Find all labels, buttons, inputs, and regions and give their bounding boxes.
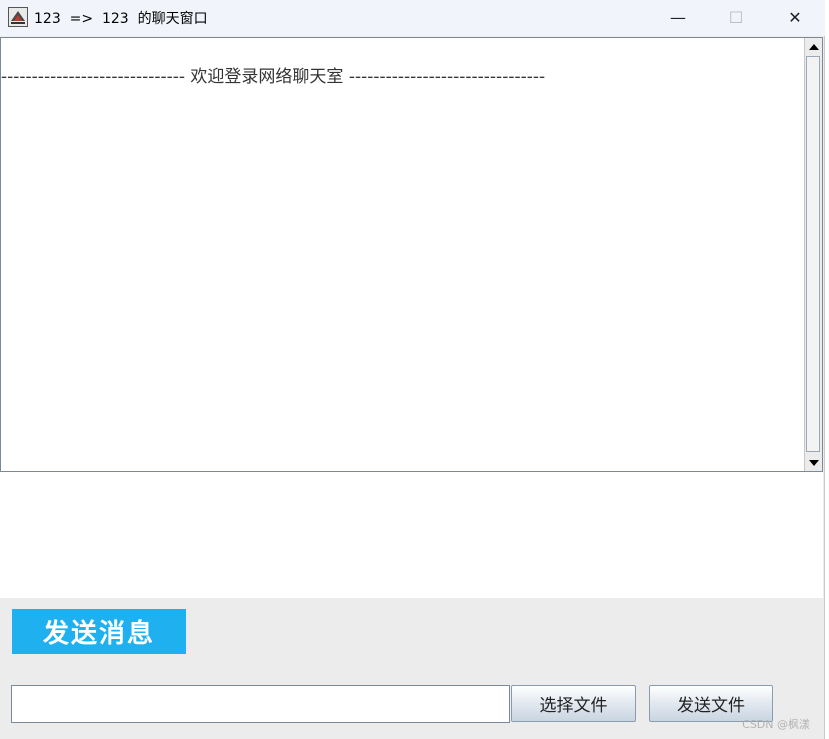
chat-window: 123 => 123 的聊天窗口 — ☐ ✕ -----------------…: [0, 0, 825, 739]
send-message-button[interactable]: 发送消息: [12, 609, 186, 654]
file-path-input[interactable]: [11, 685, 510, 723]
watermark: CSDN @枫漾: [742, 718, 810, 731]
close-button[interactable]: ✕: [766, 0, 824, 34]
message-input-area[interactable]: [0, 472, 823, 598]
choose-file-button[interactable]: 选择文件: [511, 685, 636, 722]
title-bar: 123 => 123 的聊天窗口 — ☐ ✕: [0, 0, 825, 36]
minimize-button[interactable]: —: [649, 0, 707, 34]
chat-scrollbar[interactable]: [804, 38, 822, 471]
maximize-icon: ☐: [728, 7, 744, 27]
arrow-down-icon: [808, 459, 819, 466]
chat-history-area[interactable]: ------------------------------ 欢迎登录网络聊天室…: [0, 37, 823, 472]
welcome-message: ------------------------------ 欢迎登录网络聊天室…: [1, 67, 546, 87]
minimize-icon: —: [670, 7, 686, 27]
scroll-thumb[interactable]: [806, 56, 820, 452]
scroll-down-button[interactable]: [805, 454, 822, 471]
window-title: 123 => 123 的聊天窗口: [34, 11, 208, 27]
scroll-up-button[interactable]: [805, 38, 822, 55]
arrow-up-icon: [808, 43, 819, 50]
maximize-button[interactable]: ☐: [707, 0, 765, 34]
close-icon: ✕: [788, 7, 802, 27]
java-cup-icon: [8, 7, 28, 27]
